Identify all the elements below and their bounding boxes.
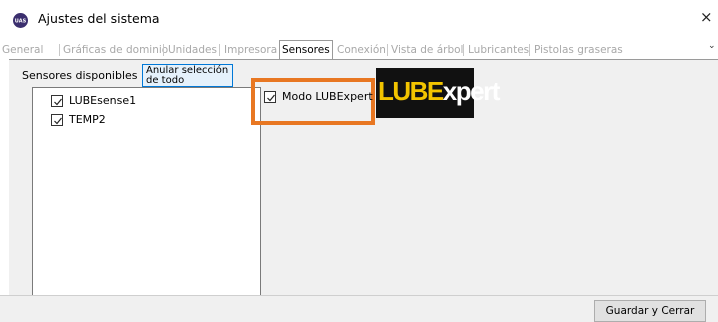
tab-connection[interactable]: Conexión <box>337 42 386 58</box>
close-icon[interactable]: × <box>700 9 713 25</box>
lubexpert-mode-label: Modo LUBExpert <box>282 90 373 103</box>
tab-general[interactable]: General <box>2 42 43 58</box>
lubexpert-logo: LUBExpert <box>376 68 500 118</box>
tab-grease-guns[interactable]: Pistolas graseras <box>534 42 623 58</box>
sensor-label: TEMP2 <box>69 113 106 126</box>
tab-scroll-arrow-icon[interactable]: ⌄ <box>708 41 716 51</box>
tab-separator <box>387 44 388 56</box>
window-title: Ajustes del sistema <box>38 11 160 26</box>
deselect-all-button[interactable]: Anular selección de todo <box>142 64 233 87</box>
sensors-listbox[interactable]: LUBEsense1 TEMP2 <box>32 87 261 295</box>
check-icon <box>267 94 275 102</box>
available-sensors-label: Sensores disponibles <box>22 69 138 82</box>
save-and-close-button[interactable]: Guardar y Cerrar <box>594 300 706 322</box>
tab-domain-graphs[interactable]: Gráficas de dominio <box>63 42 168 58</box>
sensor-label: LUBEsense1 <box>69 94 137 107</box>
tab-separator <box>163 44 164 56</box>
tab-tree-view[interactable]: Vista de árbol <box>391 42 463 58</box>
tab-units[interactable]: Unidades <box>168 42 217 58</box>
tab-separator <box>529 44 530 56</box>
sensor-checkbox[interactable] <box>51 114 63 126</box>
app-logo-icon: UAS <box>13 13 28 28</box>
logo-text: LUBExpert <box>378 72 500 110</box>
tab-separator <box>219 44 220 56</box>
title-bar: UAS Ajustes del sistema × <box>0 0 718 40</box>
tab-separator <box>59 44 60 56</box>
check-icon <box>54 98 62 106</box>
check-icon <box>54 117 62 125</box>
lubexpert-mode-checkbox[interactable] <box>264 91 276 103</box>
sensor-checkbox[interactable] <box>51 95 63 107</box>
tab-sensors[interactable]: Sensores <box>279 40 333 59</box>
svg-text:UAS: UAS <box>15 19 27 25</box>
logo-text-xpert: xpert <box>442 76 501 106</box>
tab-separator <box>463 44 464 56</box>
logo-text-lube: LUBE <box>378 76 444 106</box>
tab-printer[interactable]: Impresora <box>224 42 277 58</box>
tab-lubricants[interactable]: Lubricantes <box>468 42 529 58</box>
